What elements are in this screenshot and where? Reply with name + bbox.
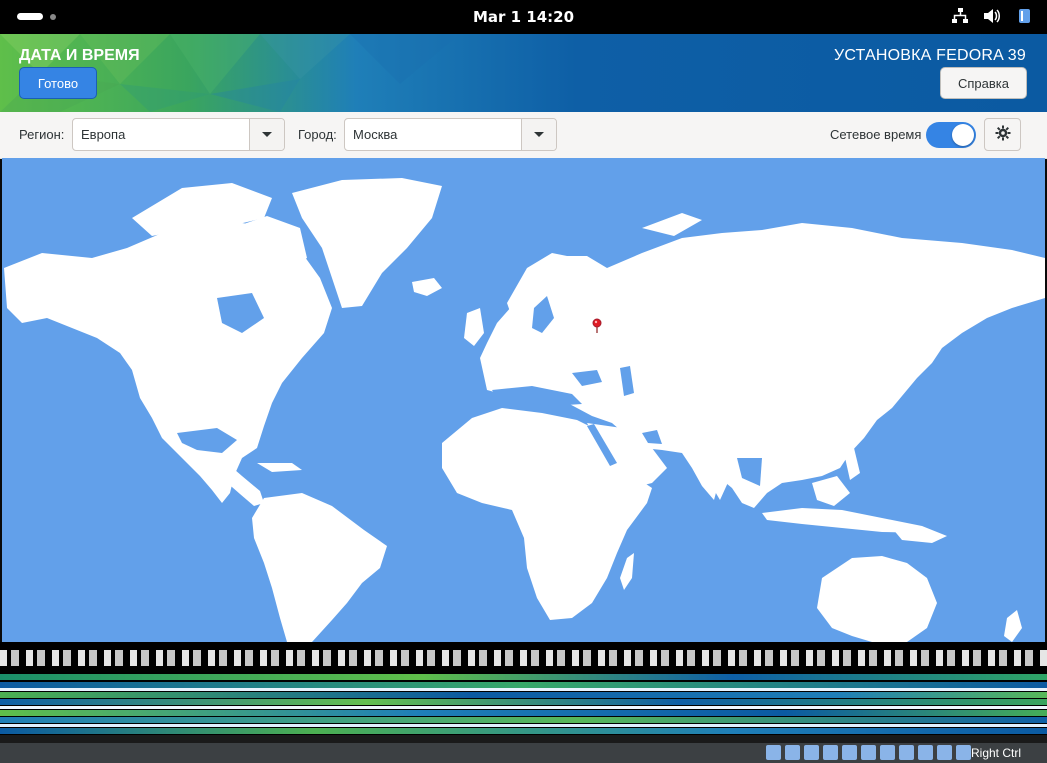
color-band [0,706,1047,709]
world-map-svg[interactable] [2,158,1045,642]
help-button[interactable]: Справка [940,67,1027,99]
network-time-switch[interactable] [926,122,976,148]
region-combo[interactable]: Европа [72,118,285,151]
timezone-toolbar: Регион: Европа Город: Москва Сетевое вре… [0,112,1047,159]
color-band [0,674,1047,680]
gnome-top-bar: Mar 1 14:20 [0,0,1047,34]
color-band [0,724,1047,727]
color-band [0,688,1047,691]
network-adapter-icon[interactable] [823,745,838,760]
display-icon[interactable] [880,745,895,760]
timezone-map[interactable] [2,158,1045,642]
spoke-header: ДАТА И ВРЕМЯ Готово УСТАНОВКА FEDORA 39 … [0,34,1047,112]
gear-icon [995,125,1011,144]
iceland [412,278,442,296]
south-america [252,493,387,642]
volume-icon[interactable] [983,8,1001,24]
city-label: Город: [298,127,337,142]
display-artifact [0,642,1047,743]
clock[interactable]: Mar 1 14:20 [0,8,1047,26]
vm-status-bar: Right Ctrl [0,743,1047,763]
chevron-down-icon[interactable] [521,119,556,150]
australia [817,556,937,642]
network-time-label: Сетевое время [830,127,922,142]
color-band [0,692,1047,698]
product-title: УСТАНОВКА FEDORA 39 [833,47,1026,64]
madagascar [620,553,634,590]
cpu-icon[interactable] [918,745,933,760]
done-button[interactable]: Готово [19,67,97,99]
color-band [0,717,1047,723]
shared-folders-icon[interactable] [861,745,876,760]
system-tray[interactable] [951,8,1033,24]
spoke-title: ДАТА И ВРЕМЯ [19,47,140,64]
philippines [844,448,860,480]
keyboard-icon[interactable] [956,745,971,760]
caribbean [257,463,302,472]
color-band [0,699,1047,705]
accessibility-icon[interactable] [1015,8,1033,24]
noise-strip [0,650,1047,666]
color-band [0,735,1047,743]
new-zealand [1004,610,1022,642]
city-combo[interactable]: Москва [344,118,557,151]
ntp-settings-button[interactable] [984,118,1021,151]
region-label: Регион: [19,127,65,142]
optical-drive-icon[interactable] [785,745,800,760]
audio-icon[interactable] [804,745,819,760]
video-capture-icon[interactable] [899,745,914,760]
color-band [0,710,1047,716]
chevron-down-icon[interactable] [249,119,284,150]
switch-knob [952,124,974,146]
region-value: Европа [81,127,126,142]
network-icon[interactable] [951,8,969,24]
new-guinea [892,526,947,543]
city-value: Москва [353,127,398,142]
great-britain [464,308,484,346]
arctic-russia-islands [642,213,702,236]
continents [4,178,1045,642]
vm-device-icons [766,745,971,760]
borneo [812,476,850,506]
mouse-integration-icon[interactable] [937,745,952,760]
usb-icon[interactable] [842,745,857,760]
hard-disk-icon[interactable] [766,745,781,760]
color-band [0,728,1047,734]
host-key-label: Right Ctrl [970,746,1021,760]
